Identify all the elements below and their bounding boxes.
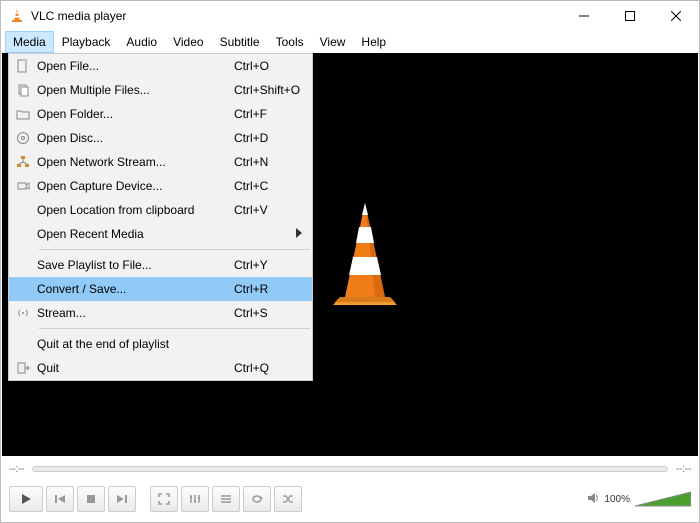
fullscreen-button[interactable] <box>150 486 178 512</box>
menu-quit[interactable]: Quit Ctrl+Q <box>9 356 312 380</box>
menu-subtitle[interactable]: Subtitle <box>212 31 268 53</box>
stop-button[interactable] <box>77 486 105 512</box>
menu-open-clipboard[interactable]: Open Location from clipboard Ctrl+V <box>9 198 312 222</box>
menu-media[interactable]: Media <box>5 31 54 53</box>
files-icon <box>9 83 37 97</box>
menu-bar: Media Playback Audio Video Subtitle Tool… <box>1 31 699 53</box>
menu-open-multiple[interactable]: Open Multiple Files... Ctrl+Shift+O <box>9 78 312 102</box>
menu-stream[interactable]: Stream... Ctrl+S <box>9 301 312 325</box>
disc-icon <box>9 131 37 145</box>
progress-row: --:-- --:-- <box>9 461 691 477</box>
shuffle-button[interactable] <box>274 486 302 512</box>
volume-label: 100% <box>604 494 630 505</box>
menu-save-playlist[interactable]: Save Playlist to File... Ctrl+Y <box>9 253 312 277</box>
network-icon <box>9 155 37 169</box>
menu-open-file[interactable]: Open File... Ctrl+O <box>9 54 312 78</box>
menu-open-recent[interactable]: Open Recent Media <box>9 222 312 246</box>
quit-icon <box>9 361 37 375</box>
ext-settings-button[interactable] <box>181 486 209 512</box>
menu-audio[interactable]: Audio <box>118 31 165 53</box>
menu-playback[interactable]: Playback <box>54 31 119 53</box>
menu-open-disc[interactable]: Open Disc... Ctrl+D <box>9 126 312 150</box>
close-button[interactable] <box>653 1 699 31</box>
remaining-time: --:-- <box>676 463 691 475</box>
file-icon <box>9 59 37 73</box>
controls-row: 100% <box>9 484 691 514</box>
menu-open-folder[interactable]: Open Folder... Ctrl+F <box>9 102 312 126</box>
media-menu-dropdown: Open File... Ctrl+O Open Multiple Files.… <box>8 53 313 381</box>
window-controls <box>561 1 699 31</box>
menu-convert-save[interactable]: Convert / Save... Ctrl+R <box>9 277 312 301</box>
menu-tools[interactable]: Tools <box>268 31 312 53</box>
loop-button[interactable] <box>243 486 271 512</box>
mute-button[interactable] <box>587 491 601 508</box>
folder-icon <box>9 107 37 121</box>
play-button[interactable] <box>9 486 43 512</box>
vlc-cone-logo <box>315 197 415 312</box>
menu-separator <box>39 249 310 250</box>
vlc-cone-icon <box>9 8 25 24</box>
menu-help[interactable]: Help <box>353 31 394 53</box>
submenu-arrow-icon <box>296 227 302 241</box>
minimize-button[interactable] <box>561 1 607 31</box>
window-title: VLC media player <box>31 9 561 23</box>
seek-slider[interactable] <box>32 466 668 472</box>
menu-open-capture[interactable]: Open Capture Device... Ctrl+C <box>9 174 312 198</box>
volume-slider[interactable] <box>635 490 691 508</box>
menu-separator <box>39 328 310 329</box>
prev-button[interactable] <box>46 486 74 512</box>
maximize-button[interactable] <box>607 1 653 31</box>
capture-icon <box>9 179 37 193</box>
title-bar: VLC media player <box>1 1 699 31</box>
menu-open-network[interactable]: Open Network Stream... Ctrl+N <box>9 150 312 174</box>
menu-video[interactable]: Video <box>165 31 211 53</box>
stream-icon <box>9 306 37 320</box>
next-button[interactable] <box>108 486 136 512</box>
playlist-button[interactable] <box>212 486 240 512</box>
elapsed-time: --:-- <box>9 463 24 475</box>
menu-quit-end[interactable]: Quit at the end of playlist <box>9 332 312 356</box>
menu-view[interactable]: View <box>312 31 354 53</box>
